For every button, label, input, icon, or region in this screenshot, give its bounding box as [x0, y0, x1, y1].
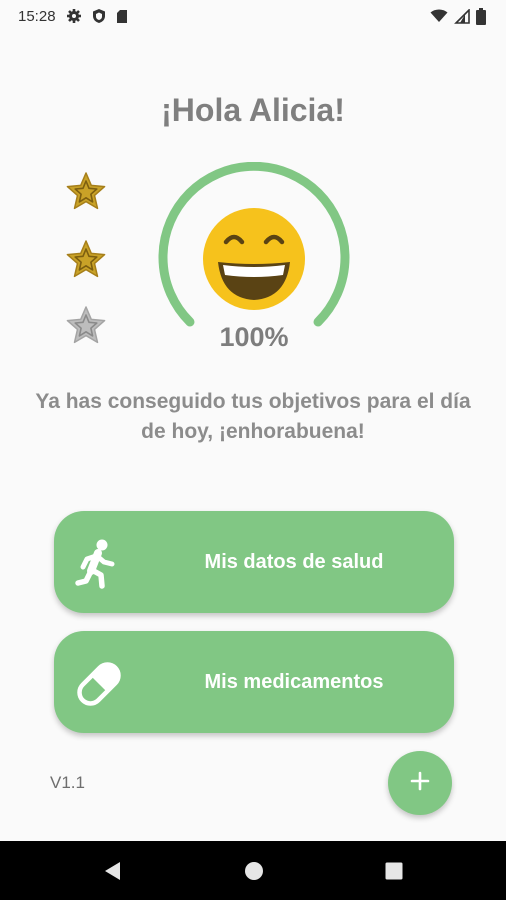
status-time: 15:28	[18, 7, 56, 25]
settings-icon	[66, 8, 82, 24]
recents-icon[interactable]	[383, 860, 405, 882]
goal-message: Ya has conseguido tus objetivos para el …	[35, 390, 471, 443]
shield-icon	[92, 8, 106, 24]
add-button[interactable]	[388, 751, 452, 815]
medications-label: Mis medicamentos	[204, 670, 384, 693]
battery-icon	[476, 7, 486, 25]
greeting-title: ¡Hola Alicia!	[161, 92, 345, 128]
signal-icon	[454, 8, 470, 24]
medications-button[interactable]: Mis medicamentos	[54, 631, 454, 733]
grinning-face-icon	[203, 208, 305, 310]
status-right	[430, 7, 486, 25]
back-icon[interactable]	[102, 860, 124, 882]
star-icon-filled	[64, 238, 108, 282]
home-icon[interactable]	[243, 860, 265, 882]
app-version: V1.1	[50, 773, 85, 792]
status-left: 15:28	[18, 8, 128, 25]
sd-card-icon	[116, 9, 128, 24]
health-data-label: Mis datos de salud	[204, 550, 384, 573]
status-bar: 15:28	[0, 0, 506, 32]
star-icon-filled	[64, 170, 108, 214]
running-person-icon	[72, 537, 126, 591]
plus-icon	[410, 771, 430, 796]
pill-icon	[72, 657, 126, 711]
wifi-icon	[430, 9, 448, 23]
progress-percentage: 100%	[219, 322, 289, 352]
star-icon-empty	[64, 304, 108, 348]
health-data-button[interactable]: Mis datos de salud	[54, 511, 454, 613]
navigation-bar	[0, 841, 506, 900]
